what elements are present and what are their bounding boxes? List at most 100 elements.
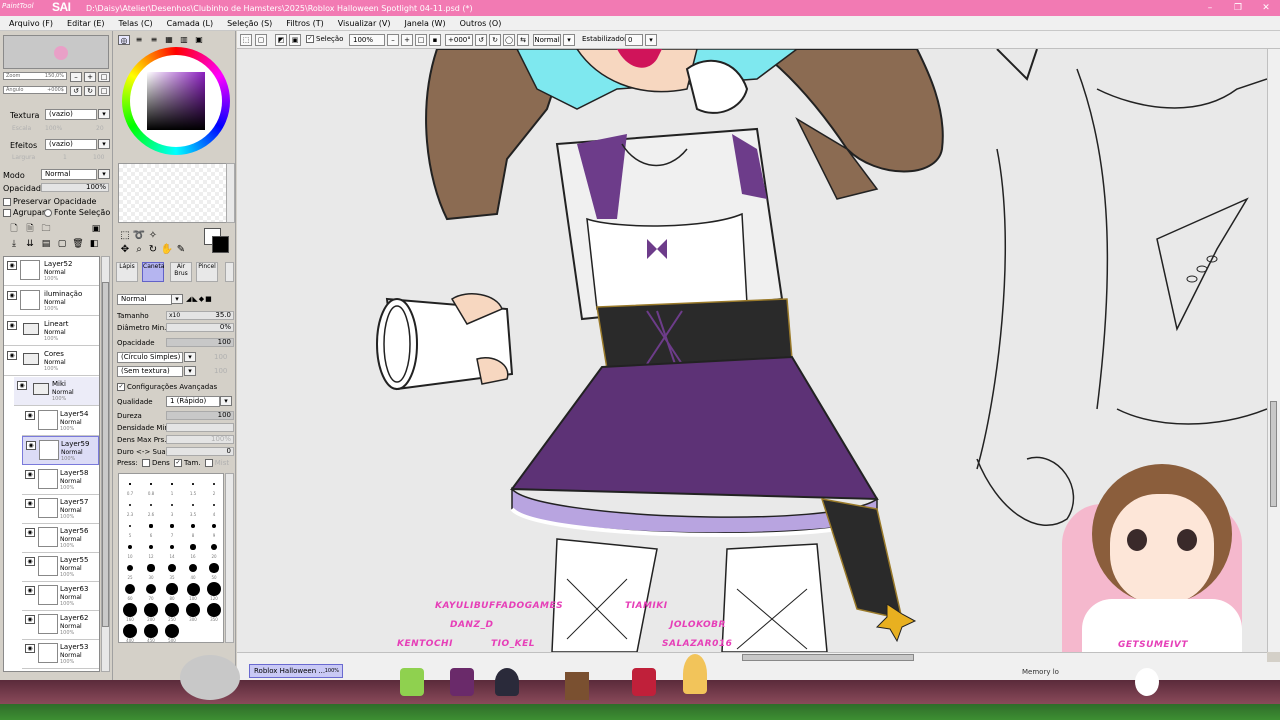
size-slider[interactable]: x10 35.0 <box>166 311 234 320</box>
layer-row[interactable]: ◉ Layer53 Normal 100% <box>22 640 99 669</box>
stabilizer-field[interactable]: 0 <box>625 34 643 46</box>
clipping-checkbox[interactable]: Agrupar <box>3 208 45 217</box>
menu-arquivo[interactable]: Arquivo (F) <box>9 19 53 28</box>
color-wheel-tab-icon[interactable]: ◎ <box>118 35 130 45</box>
navigator-preview[interactable] <box>3 35 109 69</box>
visibility-eye-icon[interactable]: ◉ <box>25 557 35 566</box>
brush-size-dot[interactable] <box>170 524 174 528</box>
layer-row[interactable]: ◉ Layer54 Normal 100% <box>22 407 99 436</box>
folder-row[interactable]: ◉ Miki Normal 100% <box>14 377 99 406</box>
zoom-plus-icon[interactable]: + <box>401 34 413 46</box>
brush-blend-mode-select[interactable]: Normal <box>117 294 172 305</box>
folder-row[interactable]: ◉ Cores Normal 100% <box>4 347 99 376</box>
flip-horizontal-icon[interactable]: ⇆ <box>517 34 529 46</box>
invert-selection-icon[interactable]: ◩ <box>275 34 287 46</box>
brush-size-presets[interactable]: 0.7 0.8 1 1.5 2 2.3 2.6 3 3.5 4 5 6 7 8 9 10 12 14 16 20 25 3… <box>118 473 224 643</box>
delete-layer-icon[interactable]: 🗑 <box>72 238 84 250</box>
brush-size-dot[interactable] <box>188 563 198 573</box>
brush-size-dot[interactable] <box>147 564 155 572</box>
visibility-eye-icon[interactable]: ◉ <box>25 615 35 624</box>
brush-opacity-slider[interactable]: 100 <box>166 338 234 347</box>
canvas-horizontal-scrollbar[interactable] <box>237 652 1267 662</box>
hand-tool-icon[interactable]: ✋ <box>160 243 174 257</box>
brush-blend-dropdown-button[interactable]: ▾ <box>171 294 183 304</box>
layer-row[interactable]: ◉ Layer62 Normal 100% <box>22 611 99 640</box>
brush-size-dot[interactable] <box>211 544 217 550</box>
layer-list[interactable]: ◉ Layer52 Normal 100% ◉ iluminação Norma… <box>3 256 100 672</box>
document-tab[interactable]: Roblox Halloween ... 100% <box>249 664 343 678</box>
new-linework-layer-icon[interactable]: 🗎 <box>24 223 36 235</box>
scroll-thumb[interactable] <box>1270 401 1277 507</box>
angle-slider[interactable]: Ângulo +000$ <box>3 86 67 94</box>
blend-mode-dropdown-button[interactable]: ▾ <box>98 169 110 179</box>
drawing-canvas[interactable]: KAYULIBUFFADOGAMES TIAMIKI DANZ_D JOLOKO… <box>237 49 1267 652</box>
hardness-slider[interactable]: 100 <box>166 411 234 420</box>
brush-size-dot[interactable] <box>190 544 196 550</box>
restore-button[interactable]: ❐ <box>1224 0 1252 16</box>
zoom-minus-icon[interactable]: – <box>387 34 399 46</box>
brush-size-scrollbar[interactable] <box>225 473 234 643</box>
hsv-slider-tab-icon[interactable]: ≡ <box>148 35 160 45</box>
layer-row[interactable]: ◉ Layer52 Normal 100% <box>4 257 99 286</box>
scroll-thumb[interactable] <box>102 282 109 627</box>
layer-list-scrollbar[interactable] <box>101 256 110 672</box>
brush-size-dot[interactable] <box>212 503 216 507</box>
brush-size-dot[interactable] <box>126 564 134 572</box>
deselect-icon[interactable]: ▢ <box>255 34 267 46</box>
brush-size-dot[interactable] <box>150 483 152 485</box>
visibility-eye-icon[interactable]: ◉ <box>25 644 35 653</box>
rotate-tool-icon[interactable]: ↻ <box>146 243 160 257</box>
rotate-right-button[interactable]: ↻ <box>84 86 96 96</box>
menu-camada[interactable]: Camada (L) <box>167 19 213 28</box>
brush-shape-select[interactable]: (Círculo Simples) <box>117 352 183 363</box>
brush-size-dot[interactable] <box>128 524 132 528</box>
brush-size-dot[interactable] <box>127 544 133 550</box>
brush-size-dot[interactable] <box>191 524 195 528</box>
swatch-tab-icon[interactable]: ▣ <box>193 35 205 45</box>
brush-size-dot[interactable] <box>207 582 221 596</box>
min-diameter-slider[interactable]: 0% <box>166 323 234 332</box>
zoom-fit-icon[interactable]: □ <box>415 34 427 46</box>
rotate-reset-icon[interactable]: ◯ <box>503 34 515 46</box>
visibility-eye-icon[interactable]: ◉ <box>7 261 17 270</box>
zoom-reset-button[interactable]: □ <box>98 72 110 82</box>
zoom-slider[interactable]: Zoom 150,0% <box>3 72 67 80</box>
show-selection-checkbox[interactable]: ✓ Seleção <box>306 35 343 43</box>
new-layer-icon[interactable]: 🗋 <box>8 223 20 235</box>
scroll-thumb[interactable] <box>742 654 914 661</box>
stabilizer-dropdown-icon[interactable]: ▾ <box>645 34 657 46</box>
transfer-down-icon[interactable]: ⤓ <box>8 238 20 250</box>
brush-size-dot[interactable] <box>123 603 137 617</box>
clear-selection-icon[interactable]: ▣ <box>289 34 301 46</box>
layer-row[interactable]: ◉ Layer55 Normal 100% <box>22 553 99 582</box>
brush-size-dot[interactable] <box>171 483 173 485</box>
brush-tab-airbrush[interactable]: Air Brus <box>170 262 192 282</box>
menu-visualizar[interactable]: Visualizar (V) <box>338 19 391 28</box>
max-density-slider[interactable]: 100% <box>166 435 234 444</box>
brush-size-dot[interactable] <box>209 563 219 573</box>
close-button[interactable]: ✕ <box>1252 0 1280 16</box>
clear-layer-icon[interactable]: ▢ <box>56 238 68 250</box>
layer-row[interactable]: ◉ Layer57 Normal 100% <box>22 495 99 524</box>
brush-tab-lapis[interactable]: Lápis <box>116 262 138 282</box>
lasso-icon[interactable]: ➰ <box>132 229 146 243</box>
zoom-in-button[interactable]: + <box>84 72 96 82</box>
folder-row[interactable]: ◉ Lineart Normal 100% <box>4 317 99 346</box>
visibility-eye-icon[interactable]: ◉ <box>25 499 35 508</box>
brush-size-dot[interactable] <box>144 603 158 617</box>
visibility-eye-icon[interactable]: ◉ <box>25 528 35 537</box>
brush-size-dot[interactable] <box>148 544 154 550</box>
brush-size-dot[interactable] <box>168 564 176 572</box>
zoom-tool-icon[interactable]: ⌕ <box>132 243 146 257</box>
brush-size-dot[interactable] <box>170 503 174 507</box>
menu-filtros[interactable]: Filtros (T) <box>286 19 323 28</box>
brush-size-dot[interactable] <box>166 583 178 595</box>
smoothness-slider[interactable]: 0 <box>166 447 234 456</box>
brush-texture-dropdown-button[interactable]: ▾ <box>184 366 196 376</box>
new-folder-icon[interactable]: 🗀 <box>40 223 52 235</box>
layer-row[interactable]: ◉ Layer58 Normal 100% <box>22 466 99 495</box>
visibility-eye-icon[interactable]: ◉ <box>7 351 17 360</box>
visibility-eye-icon[interactable]: ◉ <box>7 291 17 300</box>
brush-size-dot[interactable] <box>186 582 200 596</box>
pressure-density-checkbox[interactable] <box>142 459 151 467</box>
